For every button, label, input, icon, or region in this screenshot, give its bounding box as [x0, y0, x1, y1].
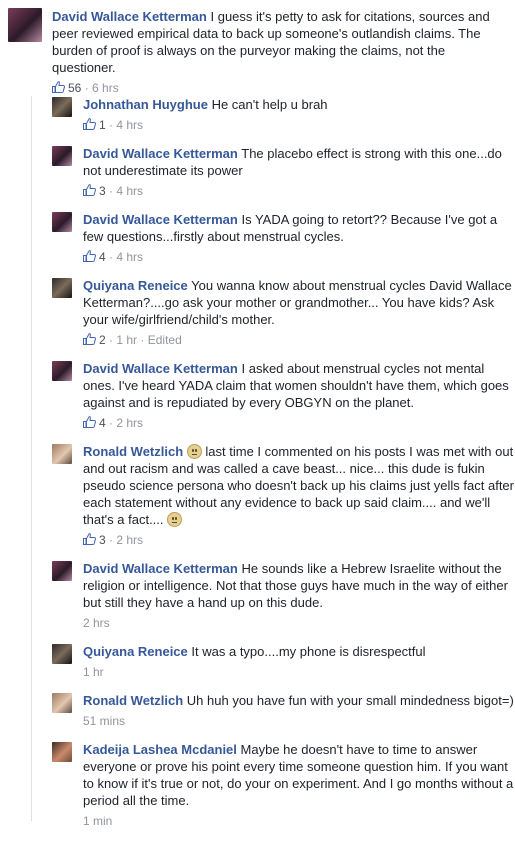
reply-item: Quiyana Reneice You wanna know about men… — [52, 277, 515, 348]
replies-thread: Johnathan Huyghue He can't help u brah 1… — [31, 96, 515, 829]
like-count[interactable]: 3 — [99, 533, 106, 547]
avatar[interactable] — [52, 212, 72, 232]
timestamp[interactable]: 4 hrs — [116, 184, 143, 198]
like-icon[interactable] — [83, 416, 96, 428]
reply-author[interactable]: David Wallace Ketterman — [83, 361, 238, 376]
reply-meta: 2 hrs — [83, 615, 515, 631]
like-icon[interactable] — [83, 184, 96, 196]
like-count[interactable]: 56 — [68, 81, 81, 95]
timestamp[interactable]: 51 mins — [83, 714, 125, 728]
reply-author[interactable]: Johnathan Huyghue — [83, 97, 208, 112]
separator: · — [105, 533, 117, 547]
reply-item: David Wallace Ketterman He sounds like a… — [52, 560, 515, 631]
reply-meta: 2 · 1 hr · Edited — [83, 332, 515, 348]
reply-author[interactable]: Kadeija Lashea Mcdaniel — [83, 742, 237, 757]
timestamp[interactable]: 4 hrs — [116, 250, 143, 264]
timestamp[interactable]: 6 hrs — [92, 81, 119, 95]
avatar[interactable] — [52, 278, 72, 298]
separator: · — [105, 250, 117, 264]
timestamp[interactable]: 1 min — [83, 814, 112, 828]
like-icon[interactable] — [83, 533, 96, 545]
reply-author[interactable]: Quiyana Reneice — [83, 644, 188, 659]
reply-author[interactable]: Ronald Wetzlich — [83, 693, 183, 708]
avatar[interactable] — [52, 693, 72, 713]
separator: · — [105, 184, 117, 198]
reply-text: He can't help u brah — [211, 97, 328, 112]
neutral-face-emoji-icon — [186, 444, 202, 459]
comment-body: David Wallace Ketterman I guess it's pet… — [52, 8, 505, 76]
reply-item: Ronald Wetzlich last time I commented on… — [52, 443, 515, 548]
reply-item: David Wallace Ketterman Is YADA going to… — [52, 211, 515, 265]
timestamp[interactable]: 2 hrs — [83, 616, 110, 630]
avatar[interactable] — [8, 8, 42, 42]
reply-item: Ronald Wetzlich Uh huh you have fun with… — [52, 692, 515, 729]
reply-meta: 3 · 2 hrs — [83, 532, 515, 548]
like-icon[interactable] — [83, 333, 96, 345]
timestamp[interactable]: 4 hrs — [116, 118, 143, 132]
avatar[interactable] — [52, 742, 72, 762]
reply-author[interactable]: Ronald Wetzlich — [83, 444, 183, 459]
avatar[interactable] — [52, 444, 72, 464]
avatar[interactable] — [52, 561, 72, 581]
reply-item: Quiyana Reneice It was a typo....my phon… — [52, 643, 515, 680]
separator: · — [81, 81, 93, 95]
like-count[interactable]: 2 — [99, 333, 106, 347]
timestamp[interactable]: 2 hrs — [116, 533, 143, 547]
timestamp[interactable]: 2 hrs — [116, 416, 143, 430]
avatar[interactable] — [52, 644, 72, 664]
avatar[interactable] — [52, 146, 72, 166]
avatar[interactable] — [52, 361, 72, 381]
reply-text: It was a typo....my phone is disrespectf… — [191, 644, 426, 659]
thread-line — [31, 96, 32, 821]
reply-meta: 1 min — [83, 813, 515, 829]
neutral-face-emoji-icon — [167, 512, 183, 527]
reply-meta: 51 mins — [83, 713, 515, 729]
like-count[interactable]: 4 — [99, 250, 106, 264]
separator: · — [137, 333, 148, 347]
reply-author[interactable]: David Wallace Ketterman — [83, 561, 238, 576]
like-icon[interactable] — [52, 81, 65, 93]
reply-meta: 1 · 4 hrs — [83, 117, 515, 133]
reply-meta: 1 hr — [83, 664, 515, 680]
reply-author[interactable]: David Wallace Ketterman — [83, 212, 238, 227]
like-icon[interactable] — [83, 118, 96, 130]
reply-item: David Wallace Ketterman I asked about me… — [52, 360, 515, 431]
separator: · — [105, 333, 117, 347]
comment-meta: 56 · 6 hrs — [52, 80, 505, 96]
comment-author[interactable]: David Wallace Ketterman — [52, 9, 207, 24]
reply-item: Kadeija Lashea Mcdaniel Maybe he doesn't… — [52, 741, 515, 829]
like-count[interactable]: 1 — [99, 118, 106, 132]
like-count[interactable]: 3 — [99, 184, 106, 198]
separator: · — [105, 416, 117, 430]
like-icon[interactable] — [83, 250, 96, 262]
timestamp[interactable]: 1 hr — [83, 665, 104, 679]
reply-author[interactable]: David Wallace Ketterman — [83, 146, 238, 161]
top-comment: David Wallace Ketterman I guess it's pet… — [0, 0, 515, 96]
reply-author[interactable]: Quiyana Reneice — [83, 278, 188, 293]
like-count[interactable]: 4 — [99, 416, 106, 430]
reply-meta: 4 · 2 hrs — [83, 415, 515, 431]
separator: · — [105, 118, 117, 132]
reply-item: David Wallace Ketterman The placebo effe… — [52, 145, 515, 199]
reply-meta: 3 · 4 hrs — [83, 183, 515, 199]
avatar[interactable] — [52, 97, 72, 117]
reply-meta: 4 · 4 hrs — [83, 249, 515, 265]
reply-item: Johnathan Huyghue He can't help u brah 1… — [52, 96, 515, 133]
timestamp[interactable]: 1 hr — [116, 333, 137, 347]
reply-text: Uh huh you have fun with your small mind… — [186, 693, 514, 708]
edited-label[interactable]: Edited — [148, 333, 182, 347]
